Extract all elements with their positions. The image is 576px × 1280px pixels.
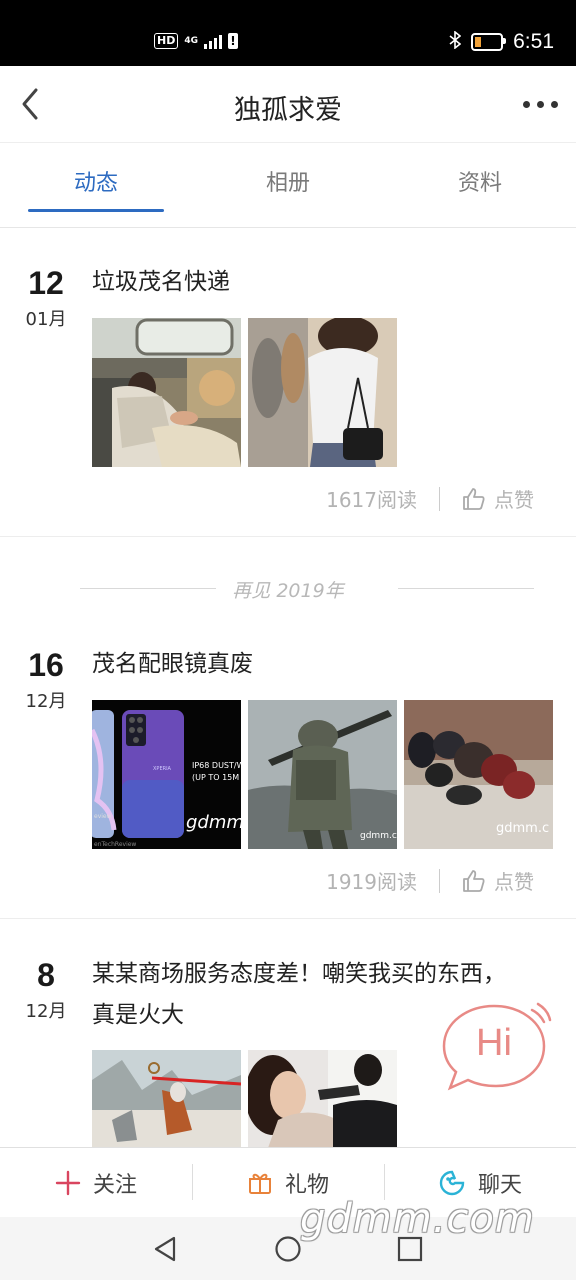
tab-bar: 动态 相册 资料 bbox=[0, 143, 576, 213]
post-title-line: 某某商场服务态度差！嘲笑我买的东西， bbox=[92, 961, 506, 987]
battery-icon bbox=[471, 33, 507, 51]
network-type: 4G bbox=[184, 35, 198, 46]
image-text: IP68 DUST/W bbox=[192, 761, 241, 770]
read-count: 1617阅读 bbox=[326, 488, 417, 512]
watermark-text: gdmm bbox=[186, 812, 241, 833]
more-dot-icon bbox=[523, 101, 530, 108]
image-text: eview bbox=[94, 813, 112, 820]
read-count: 1919阅读 bbox=[326, 870, 417, 894]
hi-chat-bubble[interactable]: Hi bbox=[440, 1000, 552, 1092]
status-bar: HD 4G ! 6:51 bbox=[0, 0, 576, 66]
chat-label: 聊天 bbox=[477, 1173, 522, 1198]
hi-bubble-label: Hi bbox=[476, 1022, 512, 1064]
gift-label: 礼物 bbox=[284, 1173, 329, 1198]
year-divider: 再见 2019年 bbox=[0, 576, 576, 602]
post-month: 12月 bbox=[25, 1001, 67, 1022]
bluetooth-icon bbox=[449, 30, 462, 53]
watermark-text: gdmm.com bbox=[300, 1196, 535, 1242]
post-divider bbox=[0, 918, 576, 919]
post-title: 垃圾茂名快递 bbox=[92, 269, 230, 295]
post-image-phone[interactable]: XPERIA IP68 DUST/W (UP TO 15M gdmm eview… bbox=[92, 700, 241, 849]
chat-icon bbox=[439, 1170, 465, 1196]
year-divider-line bbox=[398, 588, 534, 589]
status-left: HD 4G ! bbox=[154, 33, 238, 49]
like-label: 点赞 bbox=[494, 870, 534, 894]
post-meta: 1919阅读 点赞 bbox=[326, 866, 534, 895]
like-label: 点赞 bbox=[494, 488, 534, 512]
divider bbox=[0, 213, 576, 228]
image-text: XPERIA bbox=[153, 766, 172, 772]
signal-icon bbox=[204, 33, 222, 49]
post-image-woman-street[interactable] bbox=[248, 318, 397, 467]
status-right: 6:51 bbox=[449, 30, 554, 54]
circle-home-icon bbox=[275, 1236, 301, 1262]
thumbs-up-icon bbox=[463, 487, 485, 510]
app-header: 独孤求爱 bbox=[0, 66, 576, 143]
meta-divider bbox=[439, 868, 440, 893]
image-text: enTechReview bbox=[94, 841, 136, 848]
tab-indicator bbox=[28, 209, 164, 212]
post-month: 12月 bbox=[25, 691, 67, 712]
like-button[interactable]: 点赞 bbox=[462, 484, 534, 513]
post-image-train-sleeper[interactable] bbox=[92, 318, 241, 467]
post-day: 12 bbox=[28, 265, 64, 301]
watermark-text: gdmm.c bbox=[496, 821, 549, 836]
follow-label: 关注 bbox=[92, 1173, 137, 1198]
meta-divider bbox=[439, 486, 440, 511]
hd-indicator: HD bbox=[154, 33, 179, 49]
post-image-crowd[interactable]: gdmm.c bbox=[404, 700, 553, 849]
year-divider-label: 再见 2019年 bbox=[232, 580, 344, 602]
tab-profile[interactable]: 资料 bbox=[384, 165, 576, 197]
like-button[interactable]: 点赞 bbox=[462, 866, 534, 895]
clock: 6:51 bbox=[513, 30, 554, 53]
tab-album[interactable]: 相册 bbox=[192, 165, 384, 197]
post-divider bbox=[0, 536, 576, 537]
plus-icon bbox=[55, 1170, 81, 1196]
more-dot-icon bbox=[537, 101, 544, 108]
thumbs-up-icon bbox=[463, 869, 485, 892]
post-image-couple[interactable] bbox=[248, 1050, 397, 1148]
post-day: 8 bbox=[37, 957, 55, 993]
more-dot-icon bbox=[551, 101, 558, 108]
post-image-anime[interactable] bbox=[92, 1050, 241, 1148]
gift-icon bbox=[248, 1173, 271, 1194]
post-meta: 1617阅读 点赞 bbox=[326, 484, 534, 513]
nav-home-button[interactable] bbox=[274, 1235, 302, 1267]
post-image-soldier[interactable]: gdmm.co bbox=[248, 700, 397, 849]
post-month: 01月 bbox=[25, 309, 67, 330]
follow-button[interactable]: 关注 bbox=[0, 1148, 192, 1218]
watermark-text: gdmm.co bbox=[360, 831, 397, 841]
more-button[interactable] bbox=[523, 101, 558, 108]
alert-icon: ! bbox=[228, 33, 238, 49]
post-day: 16 bbox=[28, 647, 64, 683]
tab-feed[interactable]: 动态 bbox=[0, 165, 192, 197]
triangle-back-icon bbox=[154, 1236, 176, 1262]
page-title: 独孤求爱 bbox=[234, 95, 342, 126]
image-text: (UP TO 15M bbox=[192, 773, 239, 782]
nav-back-button[interactable] bbox=[152, 1235, 178, 1267]
post-title: 茂名配眼镜真废 bbox=[92, 651, 253, 677]
